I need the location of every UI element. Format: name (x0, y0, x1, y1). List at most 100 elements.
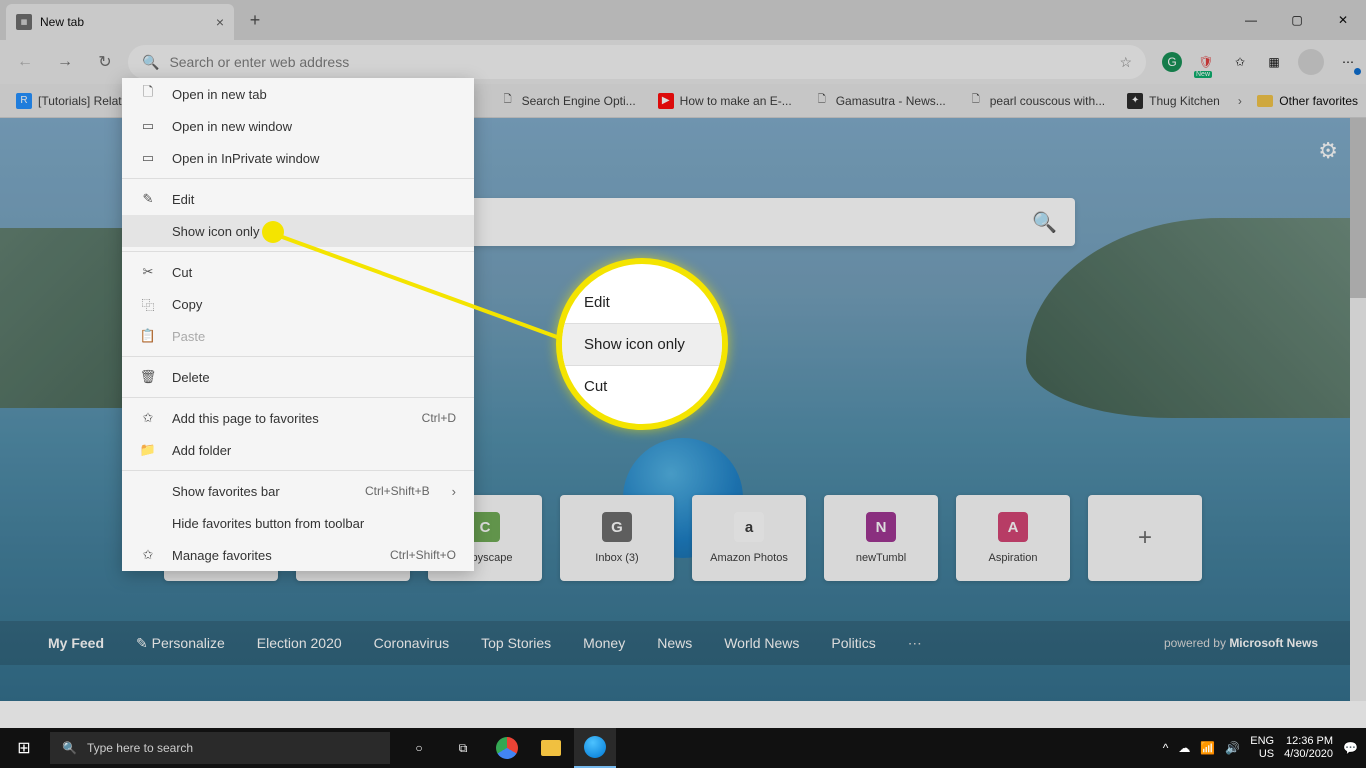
window-controls: — ▢ ✕ (1228, 0, 1366, 40)
refresh-button[interactable]: ↻ (88, 45, 122, 79)
ql-add-tile[interactable]: + (1088, 495, 1202, 581)
feed-topstories[interactable]: Top Stories (481, 635, 551, 651)
feed-election[interactable]: Election 2020 (257, 635, 342, 651)
cortana-icon[interactable]: ○ (398, 728, 440, 768)
clock[interactable]: 12:36 PM4/30/2020 (1284, 735, 1333, 761)
scrollbar-thumb[interactable] (1350, 118, 1366, 298)
star-gear-icon: ✩ (140, 547, 156, 563)
favbar-overflow-arrow[interactable]: › (1238, 94, 1242, 108)
folder-icon (1257, 95, 1273, 107)
forward-button[interactable]: → (48, 45, 82, 79)
tray-chevron-icon[interactable]: ^ (1163, 741, 1169, 755)
separator (122, 178, 474, 179)
browser-tab[interactable]: ▦ New tab × (6, 4, 234, 40)
cm-show-favorites-bar[interactable]: Show favorites barCtrl+Shift+B› (122, 475, 474, 507)
cm-open-inprivate[interactable]: ▭Open in InPrivate window (122, 142, 474, 174)
task-view-icon[interactable]: ⧉ (442, 728, 484, 768)
fav-item-tutorials[interactable]: R[Tutorials] Relat... (8, 89, 140, 113)
chrome-icon[interactable] (486, 728, 528, 768)
cm-copy[interactable]: ⿻Copy (122, 288, 474, 320)
separator (122, 470, 474, 471)
background-decoration (1026, 218, 1366, 418)
page-settings-icon[interactable]: ⚙ (1318, 138, 1338, 164)
ql-newtumbl[interactable]: NnewTumbl (824, 495, 938, 581)
search-icon: 🔍 (1032, 210, 1057, 235)
fav-item-thugkitchen[interactable]: ✦Thug Kitchen (1119, 89, 1228, 113)
scrollbar[interactable] (1350, 118, 1366, 701)
close-tab-icon[interactable]: × (216, 14, 224, 30)
cm-cut[interactable]: ✂Cut (122, 256, 474, 288)
fav-item-seo[interactable]: 🗋Search Engine Opti... (492, 89, 644, 113)
new-tab-button[interactable]: + (240, 5, 270, 35)
powered-by: powered by Microsoft News (1164, 636, 1318, 650)
callout-edit: Edit (562, 282, 722, 324)
annotation-dot (262, 221, 284, 243)
context-menu: 🗋Open in new tab ▭Open in new window ▭Op… (122, 78, 474, 571)
cm-manage-favorites[interactable]: ✩Manage favoritesCtrl+Shift+O (122, 539, 474, 571)
separator (122, 251, 474, 252)
taskbar-search-placeholder: Type here to search (87, 741, 193, 755)
wifi-icon[interactable]: 📶 (1200, 741, 1215, 755)
fav-item-gamasutra[interactable]: 🗋Gamasutra - News... (806, 89, 954, 113)
onedrive-icon[interactable]: ☁ (1178, 741, 1190, 755)
site-icon: ✦ (1127, 93, 1143, 109)
ql-icon: a (734, 512, 764, 542)
notifications-icon[interactable]: 💬 (1343, 741, 1358, 755)
profile-avatar[interactable] (1298, 49, 1324, 75)
page-icon: 🗋 (814, 93, 830, 109)
feed-money[interactable]: Money (583, 635, 625, 651)
cm-delete[interactable]: 🗑Delete (122, 361, 474, 393)
separator (122, 356, 474, 357)
feed-coronavirus[interactable]: Coronavirus (374, 635, 449, 651)
cm-open-new-window[interactable]: ▭Open in new window (122, 110, 474, 142)
fav-item-couscous[interactable]: 🗋pearl couscous with... (960, 89, 1113, 113)
search-icon: 🔍 (62, 741, 77, 755)
ql-amazon[interactable]: aAmazon Photos (692, 495, 806, 581)
ql-inbox[interactable]: GInbox (3) (560, 495, 674, 581)
address-placeholder: Search or enter web address (169, 54, 349, 70)
feed-more[interactable]: ⋯ (908, 635, 922, 652)
extension-icons: G 🛡New ✩ ▦ ⋯ (1162, 49, 1358, 75)
explorer-icon[interactable] (530, 728, 572, 768)
cm-edit[interactable]: ✎Edit (122, 183, 474, 215)
pencil-icon: ✎ (140, 191, 156, 207)
tab-title: New tab (40, 15, 84, 29)
minimize-button[interactable]: — (1228, 0, 1274, 40)
taskbar-search[interactable]: 🔍 Type here to search (50, 732, 390, 764)
taskbar: ⊞ 🔍 Type here to search ○ ⧉ ^ ☁ 📶 🔊 ENGU… (0, 728, 1366, 768)
cm-open-new-tab[interactable]: 🗋Open in new tab (122, 78, 474, 110)
cm-hide-favorites-button[interactable]: Hide favorites button from toolbar (122, 507, 474, 539)
fav-item-youtube[interactable]: ▶How to make an E-... (650, 89, 800, 113)
maximize-button[interactable]: ▢ (1274, 0, 1320, 40)
feed-my-feed[interactable]: My Feed (48, 635, 104, 651)
favorite-star-icon[interactable]: ☆ (1119, 54, 1132, 71)
language-indicator[interactable]: ENGUS (1250, 735, 1274, 761)
close-window-button[interactable]: ✕ (1320, 0, 1366, 40)
back-button[interactable]: ← (8, 45, 42, 79)
feed-politics[interactable]: Politics (831, 635, 875, 651)
feed-personalize[interactable]: ✎ Personalize (136, 635, 225, 652)
page-icon: 🗋 (140, 86, 156, 102)
titlebar: ▦ New tab × + — ▢ ✕ (0, 0, 1366, 40)
favorites-icon[interactable]: ✩ (1230, 52, 1250, 72)
fav-icon: R (16, 93, 32, 109)
other-favorites[interactable]: Other favorites (1257, 94, 1358, 108)
edge-icon[interactable] (574, 728, 616, 768)
cm-add-folder[interactable]: 📁Add folder (122, 434, 474, 466)
collections-icon[interactable]: ▦ (1264, 52, 1284, 72)
star-plus-icon: ✩ (140, 410, 156, 426)
grammarly-icon[interactable]: G (1162, 52, 1182, 72)
cm-add-page-favorites[interactable]: ✩Add this page to favoritesCtrl+D (122, 402, 474, 434)
window-icon: ▭ (140, 118, 156, 134)
ql-aspiration[interactable]: AAspiration (956, 495, 1070, 581)
menu-button[interactable]: ⋯ (1338, 52, 1358, 72)
separator (122, 397, 474, 398)
copy-icon: ⿻ (140, 296, 156, 312)
feed-worldnews[interactable]: World News (724, 635, 799, 651)
start-button[interactable]: ⊞ (0, 728, 48, 768)
feed-news[interactable]: News (657, 635, 692, 651)
callout-show-icon-only: Show icon only (562, 324, 722, 366)
extension-icon-2[interactable]: 🛡New (1196, 52, 1216, 72)
address-bar[interactable]: 🔍 Search or enter web address ☆ (128, 45, 1146, 79)
volume-icon[interactable]: 🔊 (1225, 741, 1240, 755)
